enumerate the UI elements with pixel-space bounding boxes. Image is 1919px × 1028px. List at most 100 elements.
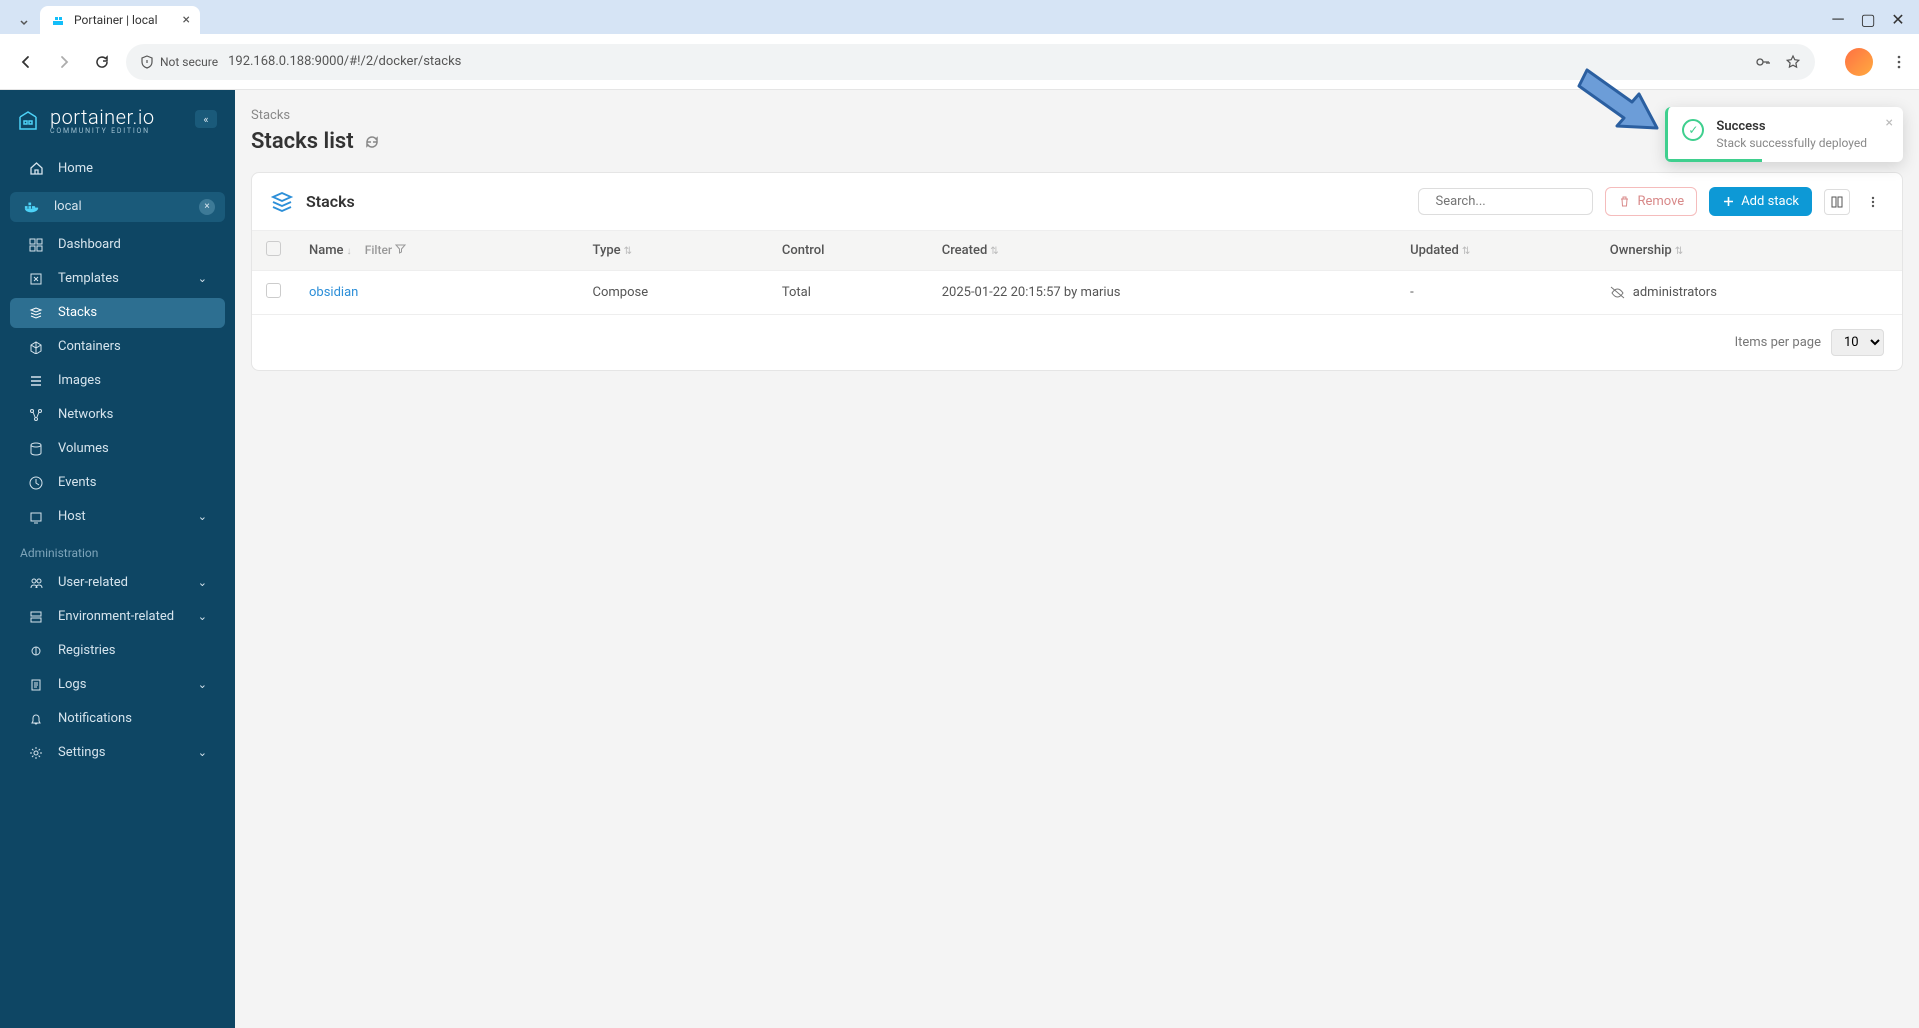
sidebar-item-label: Logs xyxy=(58,677,86,692)
column-header-type[interactable]: Type⇅ xyxy=(579,231,768,271)
sidebar-header: portainer.io COMMUNITY EDITION « xyxy=(0,100,235,152)
browser-reload-button[interactable] xyxy=(88,48,116,76)
sidebar-item-label: Stacks xyxy=(58,305,97,320)
sidebar-item-notifications[interactable]: Notifications xyxy=(10,704,225,734)
remove-button[interactable]: Remove xyxy=(1605,187,1697,216)
chevron-down-icon: ⌄ xyxy=(198,272,207,285)
chevron-down-icon: ⌄ xyxy=(198,678,207,691)
stack-type: Compose xyxy=(579,271,768,315)
browser-menu-button[interactable] xyxy=(1891,54,1907,70)
sidebar-item-networks[interactable]: Networks xyxy=(10,400,225,430)
window-close-button[interactable]: ✕ xyxy=(1889,10,1907,28)
search-input[interactable] xyxy=(1435,194,1601,209)
portainer-logo-icon xyxy=(14,107,42,135)
filter-icon xyxy=(395,243,406,254)
toast-close-button[interactable]: × xyxy=(1886,115,1893,131)
row-checkbox[interactable] xyxy=(266,283,281,298)
column-header-name[interactable]: Name↓ Filter xyxy=(295,231,579,271)
env-close-button[interactable]: × xyxy=(199,199,215,215)
sidebar-item-registries[interactable]: Registries xyxy=(10,636,225,666)
column-header-created[interactable]: Created⇅ xyxy=(928,231,1396,271)
sidebar-item-home[interactable]: Home xyxy=(10,154,225,184)
columns-toggle-button[interactable] xyxy=(1824,189,1850,215)
column-header-updated[interactable]: Updated⇅ xyxy=(1396,231,1596,271)
browser-tab[interactable]: Portainer | local × xyxy=(40,6,200,34)
window-maximize-button[interactable]: ▢ xyxy=(1859,10,1877,28)
profile-avatar[interactable] xyxy=(1845,48,1873,76)
table-header-row: Name↓ Filter Type⇅ Control Created⇅ Upda… xyxy=(252,231,1902,271)
containers-icon xyxy=(28,339,44,355)
sidebar-item-containers[interactable]: Containers xyxy=(10,332,225,362)
sidebar-item-templates[interactable]: Templates ⌄ xyxy=(10,264,225,294)
stack-ownership: administrators xyxy=(1610,285,1888,300)
main-content: Stacks Stacks list Stacks × Remove xyxy=(235,90,1919,1028)
add-stack-button[interactable]: Add stack xyxy=(1709,187,1812,216)
sidebar-environment[interactable]: local × xyxy=(10,192,225,222)
sidebar-item-logs[interactable]: Logs ⌄ xyxy=(10,670,225,700)
password-key-icon[interactable] xyxy=(1755,54,1771,70)
filter-button[interactable]: Filter xyxy=(365,243,406,257)
tab-title: Portainer | local xyxy=(74,13,158,27)
sort-desc-icon: ↓ xyxy=(347,246,352,257)
sort-icon: ⇅ xyxy=(990,246,998,257)
refresh-icon[interactable] xyxy=(364,134,380,150)
docker-icon xyxy=(24,199,40,215)
tab-close-button[interactable]: × xyxy=(183,12,190,28)
logo[interactable]: portainer.io COMMUNITY EDITION xyxy=(14,106,155,136)
tab-dropdown-button[interactable] xyxy=(12,10,36,34)
plus-icon xyxy=(1722,195,1735,208)
page-size-select[interactable]: 10 xyxy=(1831,329,1884,356)
users-icon xyxy=(28,575,44,591)
toast-title: Success xyxy=(1716,119,1867,134)
stacks-icon xyxy=(28,305,44,321)
sidebar-item-environment-related[interactable]: Environment-related ⌄ xyxy=(10,602,225,632)
sidebar-item-label: Events xyxy=(58,475,96,490)
sidebar-item-label: Home xyxy=(58,161,93,176)
stacks-panel-icon xyxy=(270,190,294,214)
toast-progress-bar xyxy=(1668,159,1762,162)
stack-control: Total xyxy=(768,271,928,315)
window-minimize-button[interactable]: ─ xyxy=(1829,10,1847,28)
column-header-control[interactable]: Control xyxy=(768,231,928,271)
success-check-icon: ✓ xyxy=(1682,119,1704,141)
breadcrumb[interactable]: Stacks xyxy=(251,108,1903,123)
sidebar-section-admin: Administration xyxy=(0,534,235,566)
address-bar[interactable]: Not secure 192.168.0.188:9000/#!/2/docke… xyxy=(126,44,1815,80)
images-icon xyxy=(28,373,44,389)
more-vertical-icon xyxy=(1866,195,1880,209)
sidebar-item-volumes[interactable]: Volumes xyxy=(10,434,225,464)
page-title: Stacks list xyxy=(251,129,1903,154)
browser-tabs: Portainer | local × ─ ▢ ✕ xyxy=(0,0,1919,34)
sidebar-item-images[interactable]: Images xyxy=(10,366,225,396)
sidebar: portainer.io COMMUNITY EDITION « Home lo… xyxy=(0,90,235,1028)
panel-title: Stacks xyxy=(306,192,1406,211)
table-menu-button[interactable] xyxy=(1862,195,1884,209)
sidebar-item-label: Registries xyxy=(58,643,116,658)
sidebar-item-stacks[interactable]: Stacks xyxy=(10,298,225,328)
stack-name-link[interactable]: obsidian xyxy=(309,285,358,300)
sidebar-collapse-button[interactable]: « xyxy=(195,110,217,128)
sidebar-item-label: Volumes xyxy=(58,441,109,456)
sidebar-item-host[interactable]: Host ⌄ xyxy=(10,502,225,532)
sidebar-item-label: Notifications xyxy=(58,711,132,726)
select-all-checkbox[interactable] xyxy=(266,241,281,256)
sort-icon: ⇅ xyxy=(1462,246,1470,257)
browser-back-button[interactable] xyxy=(12,48,40,76)
browser-forward-button[interactable] xyxy=(50,48,78,76)
window-controls: ─ ▢ ✕ xyxy=(1817,4,1919,34)
sidebar-item-label: Containers xyxy=(58,339,121,354)
bookmark-star-icon[interactable] xyxy=(1785,54,1801,70)
sidebar-item-user-related[interactable]: User-related ⌄ xyxy=(10,568,225,598)
sidebar-item-events[interactable]: Events xyxy=(10,468,225,498)
gear-icon xyxy=(28,745,44,761)
security-indicator[interactable]: Not secure xyxy=(140,55,218,69)
sidebar-item-dashboard[interactable]: Dashboard xyxy=(10,230,225,260)
column-header-ownership[interactable]: Ownership⇅ xyxy=(1596,231,1902,271)
search-box[interactable]: × xyxy=(1418,188,1593,215)
sidebar-item-settings[interactable]: Settings ⌄ xyxy=(10,738,225,768)
templates-icon xyxy=(28,271,44,287)
table-row[interactable]: obsidian Compose Total 2025-01-22 20:15:… xyxy=(252,271,1902,315)
stack-updated: - xyxy=(1396,271,1596,315)
networks-icon xyxy=(28,407,44,423)
bell-icon xyxy=(28,711,44,727)
